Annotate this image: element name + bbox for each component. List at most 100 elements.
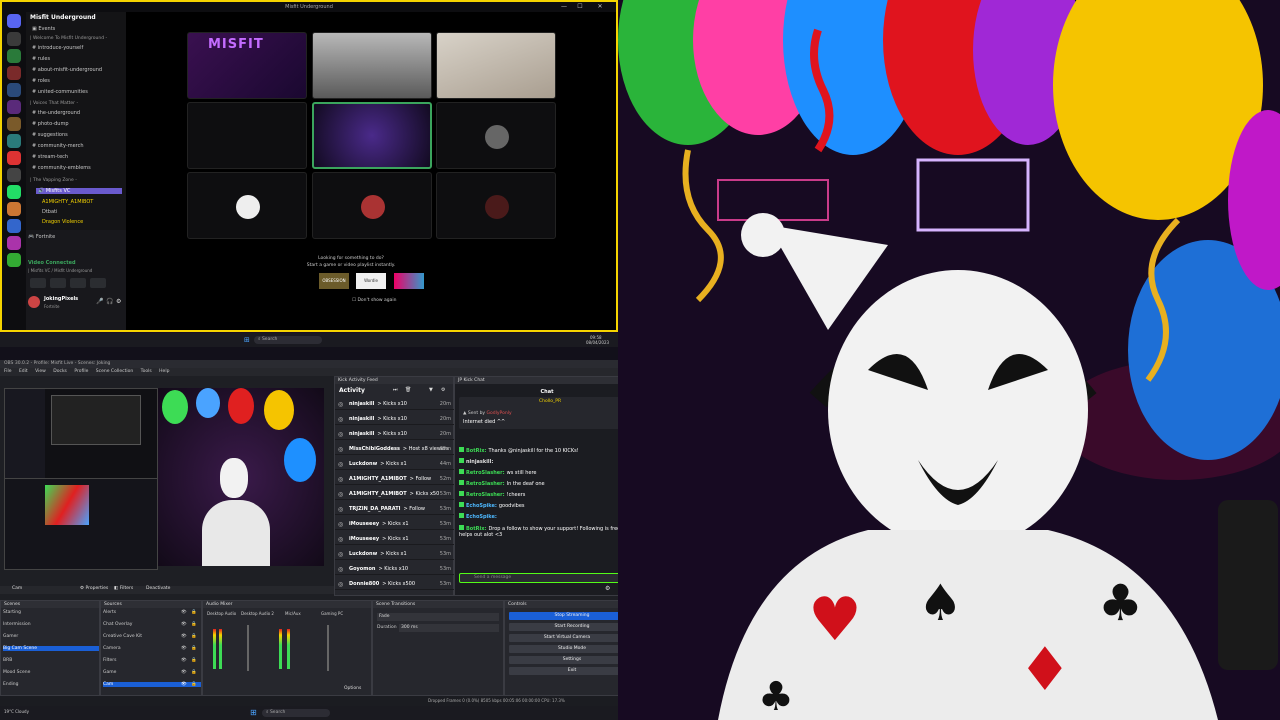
maximize-icon[interactable]: ☐ — [574, 2, 586, 12]
duration-input[interactable]: 300 ms — [399, 624, 499, 632]
server-icon[interactable] — [7, 151, 21, 165]
taskbar-search[interactable]: ⌕ Search — [262, 709, 330, 717]
video-tile[interactable] — [187, 102, 307, 169]
channel-item[interactable]: # photo-dump — [32, 121, 69, 127]
voice-user[interactable]: A1MIGHTY_A1MIBOT — [42, 199, 93, 205]
activity-game[interactable]: 🎮 Fortnite — [28, 234, 55, 240]
activity-item[interactable]: ◎ Luckdonw > Kicks x1 53m — [335, 549, 455, 560]
activity-item[interactable]: ◎ iMouseeey > Kicks x1 53m — [335, 534, 455, 545]
server-icon[interactable] — [7, 185, 21, 199]
activity-item[interactable]: ◎ ninjaskill > Kicks x10 20m — [335, 399, 455, 410]
exit-button[interactable]: Exit — [509, 667, 635, 675]
channel-category[interactable]: | The Vapping Zone - — [30, 178, 77, 183]
eye-icon[interactable]: 👁 — [181, 646, 187, 651]
activity-item[interactable]: ◎ MissChibiGoddess > Host x8 viewers 35m — [335, 444, 455, 455]
deactivate-tab[interactable]: Deactivate — [146, 586, 170, 591]
preview-canvas[interactable] — [158, 388, 324, 566]
gear-icon[interactable]: ⚙ — [116, 298, 121, 305]
lock-icon[interactable]: 🔒 — [191, 682, 197, 687]
options-button[interactable]: Options — [344, 686, 361, 691]
source-item[interactable]: Game 👁 🔒 — [103, 670, 201, 675]
chat-user[interactable]: RetroSlasher: — [466, 481, 505, 487]
server-icon[interactable] — [7, 32, 21, 46]
eye-icon[interactable]: 👁 — [181, 658, 187, 663]
avatar[interactable] — [28, 296, 40, 308]
events-link[interactable]: ▣ Events — [32, 26, 55, 32]
channel-item[interactable]: # united-communities — [32, 89, 88, 95]
source-item[interactable]: Cam 👁 🔒 — [103, 682, 201, 687]
channel-item[interactable]: # roles — [32, 78, 50, 84]
filter-icon[interactable]: ▼ — [429, 387, 433, 393]
video-tile[interactable] — [436, 32, 556, 99]
video-tile[interactable]: MISFIT — [187, 32, 307, 99]
eye-icon[interactable]: 👁 — [181, 622, 187, 627]
scene-item[interactable]: BRB — [3, 658, 99, 663]
taskbar-search[interactable]: ⌕ Search — [254, 336, 322, 344]
activity-card[interactable]: Wordle — [356, 273, 386, 289]
start-virtual-camera-button[interactable]: Start Virtual Camera — [509, 634, 625, 642]
video-tile[interactable] — [312, 172, 432, 239]
eye-icon[interactable]: 👁 — [181, 670, 187, 675]
channel-item[interactable]: # introduce-yourself — [32, 45, 83, 51]
windows-start-icon[interactable]: ⊞ — [250, 708, 257, 717]
source-item[interactable]: Filters 👁 🔒 — [103, 658, 201, 663]
activity-item[interactable]: ◎ ninjaskill > Kicks x10 20m — [335, 429, 455, 440]
windows-start-icon[interactable]: ⊞ — [244, 336, 250, 344]
menu-help[interactable]: Help — [159, 369, 169, 374]
chat-user[interactable]: BotRix: — [466, 448, 486, 454]
activity-item[interactable]: ◎ Luckdonw > Kicks x1 44m — [335, 459, 455, 470]
chat-user[interactable]: ninjaskill: — [466, 459, 493, 465]
stop-streaming-button[interactable]: Stop Streaming — [509, 612, 635, 620]
chat-input[interactable]: Send a message — [459, 573, 635, 583]
activity-item[interactable]: ◎ ninjaskill > Kicks x10 20m — [335, 414, 455, 425]
camera-button[interactable] — [30, 278, 46, 288]
dont-show-checkbox[interactable]: ☐ Don't show again — [352, 298, 397, 303]
close-icon[interactable]: ✕ — [594, 2, 606, 12]
menu-file[interactable]: File — [4, 369, 12, 374]
channel-item[interactable]: # community-emblems — [32, 165, 91, 171]
activity-button[interactable] — [70, 278, 86, 288]
chat-user[interactable]: EchoSpike: — [466, 514, 497, 520]
voice-channel-active[interactable]: 🔊 Misfits VC — [36, 188, 122, 194]
menu-edit[interactable]: Edit — [19, 369, 28, 374]
gear-icon[interactable]: ⚙ — [605, 585, 610, 592]
scene-item[interactable]: Big Cam Scene — [3, 646, 99, 651]
voice-user[interactable]: Dtbati — [42, 209, 57, 215]
server-icon[interactable] — [7, 253, 21, 267]
server-icon[interactable] — [7, 202, 21, 216]
eye-icon[interactable]: 👁 — [181, 610, 187, 615]
chat-user[interactable]: RetroSlasher: — [466, 492, 505, 498]
channel-item[interactable]: # the-underground — [32, 110, 80, 116]
eye-icon[interactable]: 👁 — [181, 634, 187, 639]
lock-icon[interactable]: 🔒 — [191, 634, 197, 639]
video-tile[interactable] — [436, 172, 556, 239]
lock-icon[interactable]: 🔒 — [191, 610, 197, 615]
gear-icon[interactable]: ⚙ — [441, 387, 445, 393]
transition-select[interactable]: Fade — [377, 613, 499, 621]
activity-item[interactable]: ◎ iMouseeey > Kicks x1 53m — [335, 519, 455, 530]
filters-tab[interactable]: ◧ Filters — [114, 586, 133, 591]
menu-view[interactable]: View — [35, 369, 46, 374]
skip-icon[interactable]: ⏭ — [393, 387, 398, 393]
server-icon[interactable] — [7, 168, 21, 182]
menu-tools[interactable]: Tools — [141, 369, 152, 374]
scene-item[interactable]: Gamer — [3, 634, 99, 639]
channel-category[interactable]: | Voices That Matter - — [30, 101, 78, 106]
mic-icon[interactable]: 🎤 — [96, 298, 103, 305]
activity-item[interactable]: ◎ A1MIGHTY_A1MIBOT > Follow 52m — [335, 474, 455, 485]
menu-docks[interactable]: Docks — [53, 369, 67, 374]
lock-icon[interactable]: 🔒 — [191, 670, 197, 675]
activity-item[interactable]: ◎ Goyomon > Kicks x10 53m — [335, 564, 455, 575]
volume-fader[interactable] — [327, 625, 329, 671]
lock-icon[interactable]: 🔒 — [191, 622, 197, 627]
channel-item[interactable]: # rules — [32, 56, 50, 62]
source-item[interactable]: Chat Overlay 👁 🔒 — [103, 622, 201, 627]
activity-card[interactable] — [394, 273, 424, 289]
settings-button[interactable]: Settings — [509, 656, 635, 664]
server-icon-home[interactable] — [7, 14, 21, 28]
chat-user[interactable]: EchoSpike: — [466, 503, 497, 509]
lock-icon[interactable]: 🔒 — [191, 658, 197, 663]
activity-item[interactable]: ◎ TRJZIN_DA_PARATI > Follow 53m — [335, 504, 455, 515]
server-icon[interactable] — [7, 117, 21, 131]
scene-item[interactable]: Mood Scene — [3, 670, 99, 675]
